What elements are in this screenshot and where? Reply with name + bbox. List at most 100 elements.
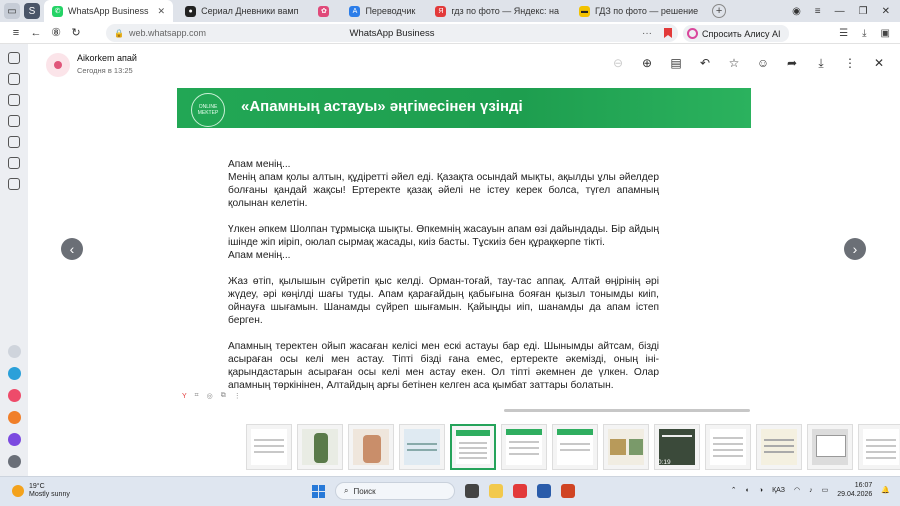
reply-icon[interactable]: ↶ xyxy=(698,56,712,70)
bookmark-icon[interactable] xyxy=(664,28,672,38)
thumbnail[interactable] xyxy=(858,424,900,470)
tab-group-icon[interactable]: ▭ xyxy=(4,3,20,19)
go-to-message-icon[interactable]: ▤ xyxy=(669,56,683,70)
task-view-icon[interactable] xyxy=(465,484,479,498)
thumbnail[interactable] xyxy=(756,424,802,470)
previous-media-button[interactable]: ‹ xyxy=(61,238,83,260)
url-field[interactable]: 🔒 web.whatsapp.com WhatsApp Business ··· xyxy=(106,24,678,42)
shield-icon[interactable]: ⑧ xyxy=(46,26,66,39)
wifi-icon[interactable]: ◠ xyxy=(794,486,800,494)
tab-yandex-search[interactable]: Я гдз по фото — Яндекс: на xyxy=(427,1,567,21)
thumbnail[interactable] xyxy=(348,424,394,470)
taskbar-search[interactable]: ⌕ Поиск xyxy=(335,482,455,500)
minimize-icon[interactable]: — xyxy=(835,6,845,17)
sent-time: Сегодня в 13:25 xyxy=(77,66,133,75)
new-tab-button[interactable]: + xyxy=(712,4,727,18)
thumbnail[interactable] xyxy=(246,424,292,470)
keyboard-language[interactable]: ҚАЗ xyxy=(772,487,785,494)
tab-whatsapp[interactable]: ✆ WhatsApp Business ✕ xyxy=(44,0,174,22)
thumbnail[interactable] xyxy=(807,424,853,470)
thumbnail-selected[interactable] xyxy=(450,424,496,470)
url-text: web.whatsapp.com xyxy=(128,28,207,38)
browser-sidebar xyxy=(0,44,28,476)
app-tray-icon[interactable]: ◑ xyxy=(759,487,763,494)
close-tab-icon[interactable]: ✕ xyxy=(158,6,166,17)
weather-widget[interactable]: 19°C Mostly sunny xyxy=(12,483,70,499)
more-icon[interactable]: ··· xyxy=(642,28,652,39)
tab-label: гдз по фото — Яндекс: на xyxy=(451,6,559,16)
home-icon[interactable] xyxy=(8,52,20,64)
add-icon[interactable] xyxy=(7,345,21,358)
workspace-icon[interactable]: S xyxy=(24,3,40,19)
powerpoint-icon[interactable] xyxy=(561,484,575,498)
zoom-in-icon[interactable]: ⊕ xyxy=(640,56,654,70)
avatar xyxy=(46,53,70,77)
view-icon[interactable]: ◎ xyxy=(207,392,213,400)
speaker-icon[interactable]: ♪ xyxy=(809,487,813,494)
battery-icon[interactable]: ▭ xyxy=(822,486,829,494)
images-icon[interactable] xyxy=(8,178,20,190)
chevron-up-icon[interactable]: ⌃ xyxy=(731,486,737,494)
forward-icon[interactable]: ➦ xyxy=(785,56,799,70)
crop-icon[interactable]: ⌗ xyxy=(195,392,199,400)
tab-pinned[interactable]: ✿ xyxy=(310,1,337,21)
menu-lines-icon[interactable]: ≡ xyxy=(6,27,26,39)
thumbnail[interactable] xyxy=(297,424,343,470)
horizontal-scrollbar[interactable] xyxy=(504,409,750,412)
thumbnail[interactable] xyxy=(705,424,751,470)
yandex-icon[interactable]: Y xyxy=(182,393,187,400)
ask-alice-button[interactable]: Спросить Алису AI xyxy=(683,25,789,42)
tab-translator[interactable]: A Переводчик xyxy=(341,1,423,21)
profile-icon[interactable]: ◉ xyxy=(792,6,801,17)
copy-icon[interactable]: ⧉ xyxy=(221,392,226,400)
thumbnail[interactable] xyxy=(552,424,598,470)
next-media-button[interactable]: › xyxy=(844,238,866,260)
app-icon[interactable] xyxy=(7,433,21,446)
extensions-icon[interactable]: ☰ xyxy=(839,28,848,39)
music-icon[interactable] xyxy=(8,115,20,127)
clock[interactable]: 16:07 29.04.2026 xyxy=(837,481,872,499)
thumbnail[interactable] xyxy=(603,424,649,470)
tab-gdz[interactable]: ▬ ГДЗ по фото — решение xyxy=(571,1,706,21)
app-icon[interactable] xyxy=(7,389,21,402)
thumbnail[interactable] xyxy=(399,424,445,470)
yandex-browser-icon[interactable] xyxy=(513,484,527,498)
restore-icon[interactable]: ❐ xyxy=(859,6,868,17)
tab-serial[interactable]: ● Сериал Дневники вамп xyxy=(177,1,306,21)
reload-icon[interactable]: ↻ xyxy=(66,26,86,39)
back-icon[interactable]: ← xyxy=(26,27,46,39)
system-tray: ⌃ ◐ ◑ ҚАЗ ◠ ♪ ▭ 16:07 29.04.2026 🔔 xyxy=(731,481,890,499)
star-icon[interactable]: ☆ xyxy=(727,56,741,70)
close-window-icon[interactable]: ✕ xyxy=(882,6,890,17)
video-icon[interactable] xyxy=(8,136,20,148)
close-viewer-icon[interactable]: ✕ xyxy=(872,56,886,70)
tabs-icon[interactable] xyxy=(8,73,20,85)
page-icon[interactable] xyxy=(8,94,20,106)
file-explorer-icon[interactable] xyxy=(489,484,503,498)
react-emoji-icon[interactable]: ☺ xyxy=(756,56,770,70)
zoom-out-icon[interactable]: ⊖ xyxy=(611,56,625,70)
thumbnail[interactable] xyxy=(501,424,547,470)
more-icon[interactable]: ⋮ xyxy=(234,392,241,400)
notes-icon[interactable] xyxy=(8,157,20,169)
thumbnail-video[interactable]: 0:19 xyxy=(654,424,700,470)
whatsapp-icon: ✆ xyxy=(52,5,63,17)
paragraph: Үлкен әпкем Шолпан тұрмысқа шықты. Өпкем… xyxy=(228,224,659,248)
document-image: ONLINE MEKTEP «Апамның астауы» әңгімесіне… xyxy=(177,88,751,410)
word-icon[interactable] xyxy=(537,484,551,498)
app-tray-icon[interactable]: ◐ xyxy=(746,487,750,494)
notifications-icon[interactable]: 🔔 xyxy=(881,486,890,494)
browser-tab-strip: ▭ S ✆ WhatsApp Business ✕ ● Сериал Дневн… xyxy=(0,0,900,22)
app-icon[interactable] xyxy=(7,411,21,424)
start-button[interactable] xyxy=(312,484,325,498)
sun-icon xyxy=(12,485,24,497)
yandex-icon: Я xyxy=(435,5,447,17)
site-favicon-icon: ▬ xyxy=(578,5,590,17)
settings-icon[interactable] xyxy=(7,455,21,468)
downloads-icon[interactable]: ⤓ xyxy=(862,28,866,39)
more-options-icon[interactable]: ⋮ xyxy=(843,56,857,70)
menu-icon[interactable]: ≡ xyxy=(815,6,821,17)
collections-icon[interactable]: ▣ xyxy=(881,28,890,39)
download-icon[interactable]: ⤓ xyxy=(814,56,828,70)
telegram-icon[interactable] xyxy=(7,367,21,380)
